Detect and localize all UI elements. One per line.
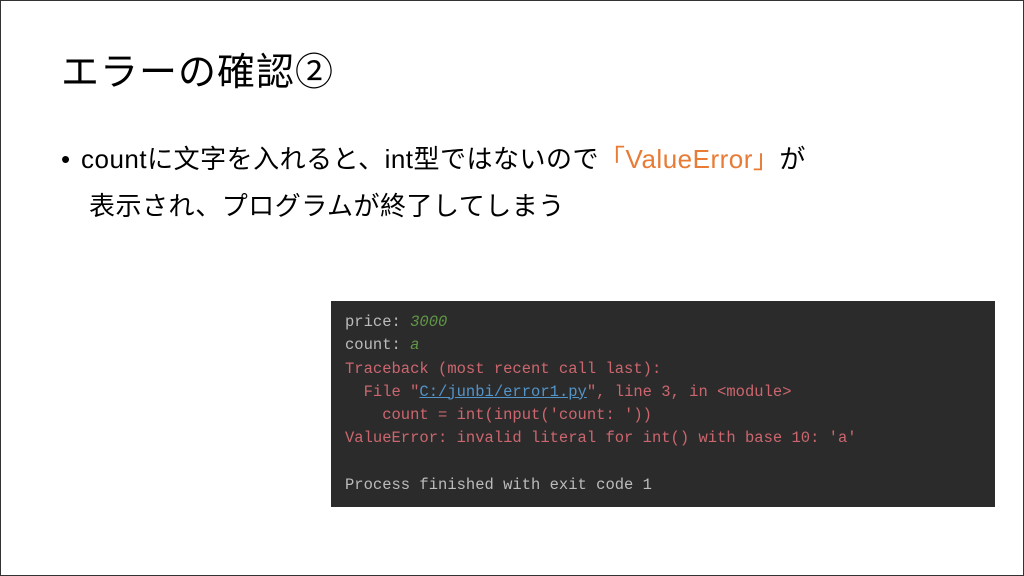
code-error-message: ValueError: invalid literal for int() wi… — [345, 427, 981, 450]
bullet-line1: • countに文字を入れると、int型ではないので「ValueError」が — [61, 144, 806, 174]
code-file-prefix: File " — [345, 383, 419, 401]
code-value-price: 3000 — [410, 313, 447, 331]
bullet-text1: countに文字を入れると、int型ではないので — [81, 144, 599, 174]
bullet-highlight-open: 「 — [599, 144, 626, 174]
bullet-line2: 表示され、プログラムが終了してしまう — [61, 183, 963, 230]
bullet-dot: • — [61, 136, 81, 183]
code-exit-status: Process finished with exit code 1 — [345, 474, 981, 497]
code-blank-line — [345, 451, 981, 474]
bullet-item: • countに文字を入れると、int型ではないので「ValueError」が … — [61, 136, 963, 230]
terminal-output: price: 3000 count: a Traceback (most rec… — [331, 301, 995, 507]
code-line-2: count: a — [345, 334, 981, 357]
slide-title: エラーの確認② — [61, 41, 963, 96]
code-traceback-header: Traceback (most recent call last): — [345, 358, 981, 381]
bullet-highlight-word: ValueError — [626, 144, 753, 174]
bullet-highlight-close: 」 — [753, 144, 780, 174]
code-file-suffix: ", line 3, in <module> — [587, 383, 792, 401]
code-traceback-source: count = int(input('count: ')) — [345, 404, 981, 427]
code-line-1: price: 3000 — [345, 311, 981, 334]
code-value-count: a — [410, 336, 419, 354]
slide-container: エラーの確認② • countに文字を入れると、int型ではないので「Value… — [0, 0, 1024, 576]
code-file-link: C:/junbi/error1.py — [419, 383, 586, 401]
code-traceback-file: File "C:/junbi/error1.py", line 3, in <m… — [345, 381, 981, 404]
bullet-text2: が — [779, 144, 806, 174]
code-label-count: count: — [345, 336, 410, 354]
code-label-price: price: — [345, 313, 410, 331]
